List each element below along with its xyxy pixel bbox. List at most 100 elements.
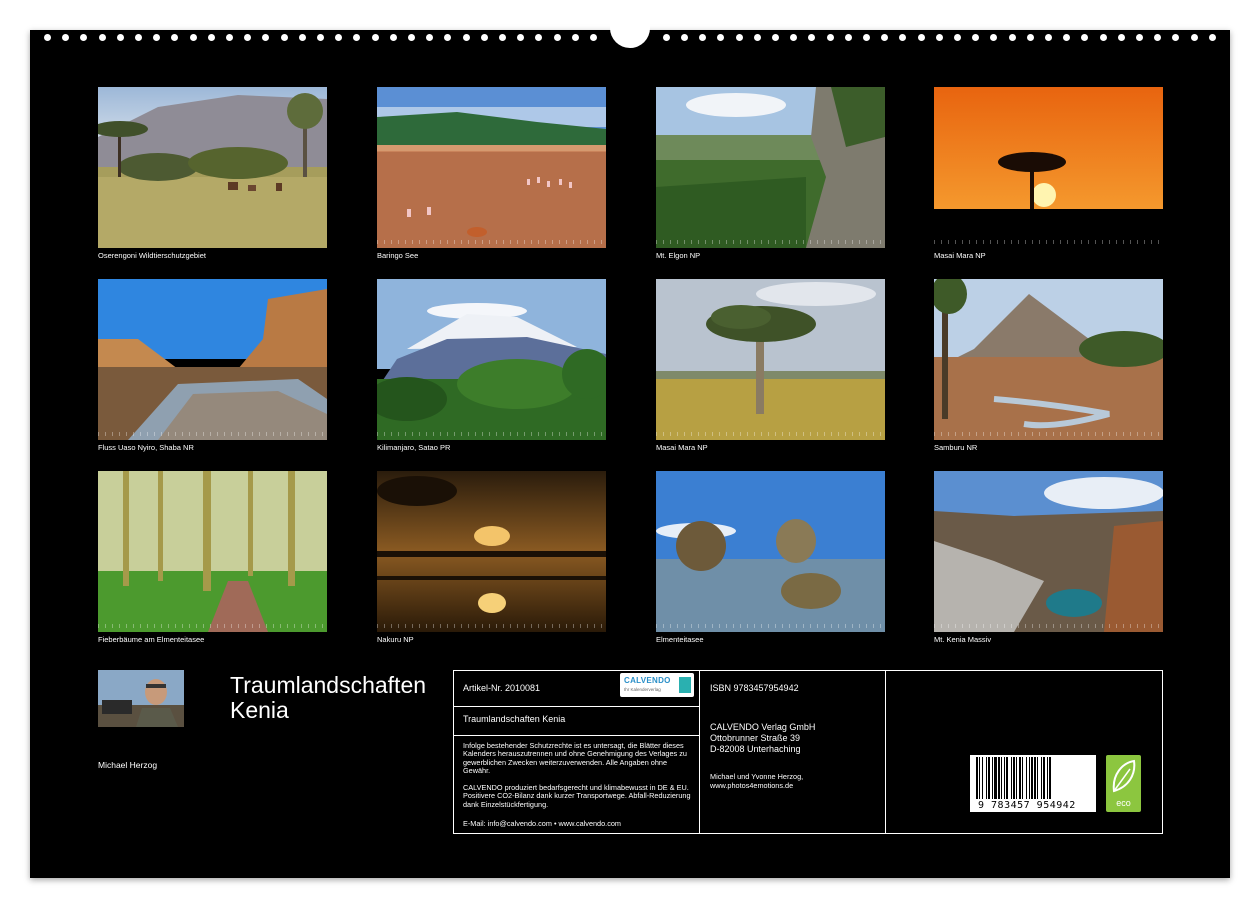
- binding-hole: [244, 34, 252, 41]
- month-ticks: [98, 432, 327, 436]
- binding-hole: [335, 34, 343, 41]
- barcode-bar: [1019, 757, 1021, 799]
- barcode-bar: [1029, 757, 1030, 799]
- binding-hole: [171, 34, 179, 41]
- binding-hole: [917, 34, 925, 41]
- barcode-bar: [988, 757, 990, 799]
- binding-hole: [1208, 34, 1216, 41]
- barcode-digits: 9 783457 954942: [978, 800, 1076, 811]
- binding-hole: [98, 34, 106, 41]
- caption-april: Masai Mara NP: [934, 251, 986, 260]
- barcode-bar: [1047, 757, 1048, 799]
- barcode-bar: [1031, 757, 1033, 799]
- binding-hole: [717, 34, 725, 41]
- photo-dezember: [934, 471, 1163, 632]
- author-name: Michael Herzog: [98, 760, 158, 770]
- barcode-bar: [1013, 757, 1015, 799]
- caption-maerz: Mt. Elgon NP: [656, 251, 701, 260]
- isbn: ISBN 9783457954942: [710, 683, 799, 693]
- title-line-2: Kenia: [230, 697, 289, 723]
- binding-hole: [808, 34, 816, 41]
- binding-hole: [753, 34, 761, 41]
- barcode-bar: [1011, 757, 1012, 799]
- leaf-icon: [1112, 759, 1136, 793]
- binding-hole: [772, 34, 779, 41]
- author-photo: [98, 670, 184, 727]
- binding-hole: [280, 34, 288, 41]
- photo-januar: [98, 87, 327, 248]
- photo-juli: [656, 279, 885, 440]
- barcode: 9 783457 954942: [970, 755, 1096, 812]
- caption-mai: Fluss Uaso Nyiro, Shaba NR: [98, 443, 194, 452]
- photo-september: [98, 471, 327, 632]
- photo-maerz: [656, 87, 885, 248]
- binding-hole: [480, 34, 488, 41]
- barcode-bar: [1026, 757, 1027, 799]
- binding-hole: [990, 34, 998, 41]
- binding-hole: [408, 34, 415, 41]
- photo-november: [656, 471, 885, 632]
- binding-hole: [1099, 34, 1107, 41]
- contact-text: E-Mail: info@calvendo.com • www.calvendo…: [463, 819, 621, 828]
- binding-hole: [462, 34, 470, 41]
- photo-april: [934, 87, 1163, 248]
- binding-hole: [353, 34, 361, 41]
- legal-box: Infolge bestehender Schutzrechte ist es …: [453, 735, 700, 834]
- binding-hole: [1117, 34, 1125, 41]
- binding-hole: [863, 34, 870, 41]
- binding-hole: [44, 34, 51, 41]
- month-ticks: [934, 624, 1163, 628]
- legal-text: Infolge bestehender Schutzrechte ist es …: [463, 741, 687, 776]
- binding-hole: [1172, 34, 1180, 41]
- binding-hole: [389, 34, 397, 41]
- calvendo-mark-icon: [679, 677, 691, 693]
- binding-hole: [699, 34, 707, 41]
- eco-text: CALVENDO produziert bedarfsgerecht und k…: [463, 783, 691, 809]
- caption-juli: Masai Mara NP: [656, 443, 708, 452]
- barcode-bar: [1022, 757, 1023, 799]
- binding-hole: [1026, 34, 1034, 41]
- month-ticks: [377, 624, 606, 628]
- photo-oktober: [377, 471, 606, 632]
- binding-hole: [790, 34, 798, 41]
- month-ticks: [656, 240, 885, 244]
- binding-hole: [972, 34, 980, 41]
- binding-hole: [62, 34, 70, 41]
- publisher-street: Ottobrunner Straße 39: [710, 733, 801, 743]
- barcode-bar: [979, 757, 980, 799]
- month-ticks: [656, 432, 885, 436]
- binding-hole: [189, 34, 197, 41]
- binding-hole: [571, 34, 579, 41]
- binding-hole: [535, 34, 543, 41]
- month-ticks: [98, 624, 327, 628]
- barcode-bar: [1001, 757, 1002, 799]
- barcode-bar: [976, 757, 978, 799]
- caption-september: Fieberbäume am Elmenteitasee: [98, 635, 205, 644]
- barcode-bar: [998, 757, 1000, 799]
- binding-hole: [1154, 34, 1162, 41]
- binding-hole: [681, 34, 688, 41]
- product-title: Traumlandschaften Kenia: [463, 714, 566, 724]
- binding-hole: [262, 34, 270, 41]
- binding-hole: [1081, 34, 1089, 41]
- binding-hole: [517, 34, 525, 41]
- binding-hole: [935, 34, 943, 41]
- title-line-1: Traumlandschaften: [230, 672, 427, 698]
- binding-hole: [662, 34, 670, 41]
- month-ticks: [934, 432, 1163, 436]
- binding-hole: [553, 34, 561, 41]
- eco-label: eco: [1116, 798, 1131, 808]
- month-ticks: [934, 240, 1163, 244]
- binding-hole: [1136, 34, 1143, 41]
- binding-hole: [590, 34, 597, 41]
- barcode-bar: [986, 757, 987, 799]
- barcode-bar: [1043, 757, 1045, 799]
- binding-hole: [499, 34, 506, 41]
- binding-hole: [371, 34, 379, 41]
- binding-hole: [116, 34, 124, 41]
- binding-hole: [1045, 34, 1052, 41]
- barcode-bar: [1037, 757, 1038, 799]
- caption-november: Elmenteitasee: [656, 635, 704, 644]
- month-ticks: [656, 624, 885, 628]
- binding-hole: [1008, 34, 1016, 41]
